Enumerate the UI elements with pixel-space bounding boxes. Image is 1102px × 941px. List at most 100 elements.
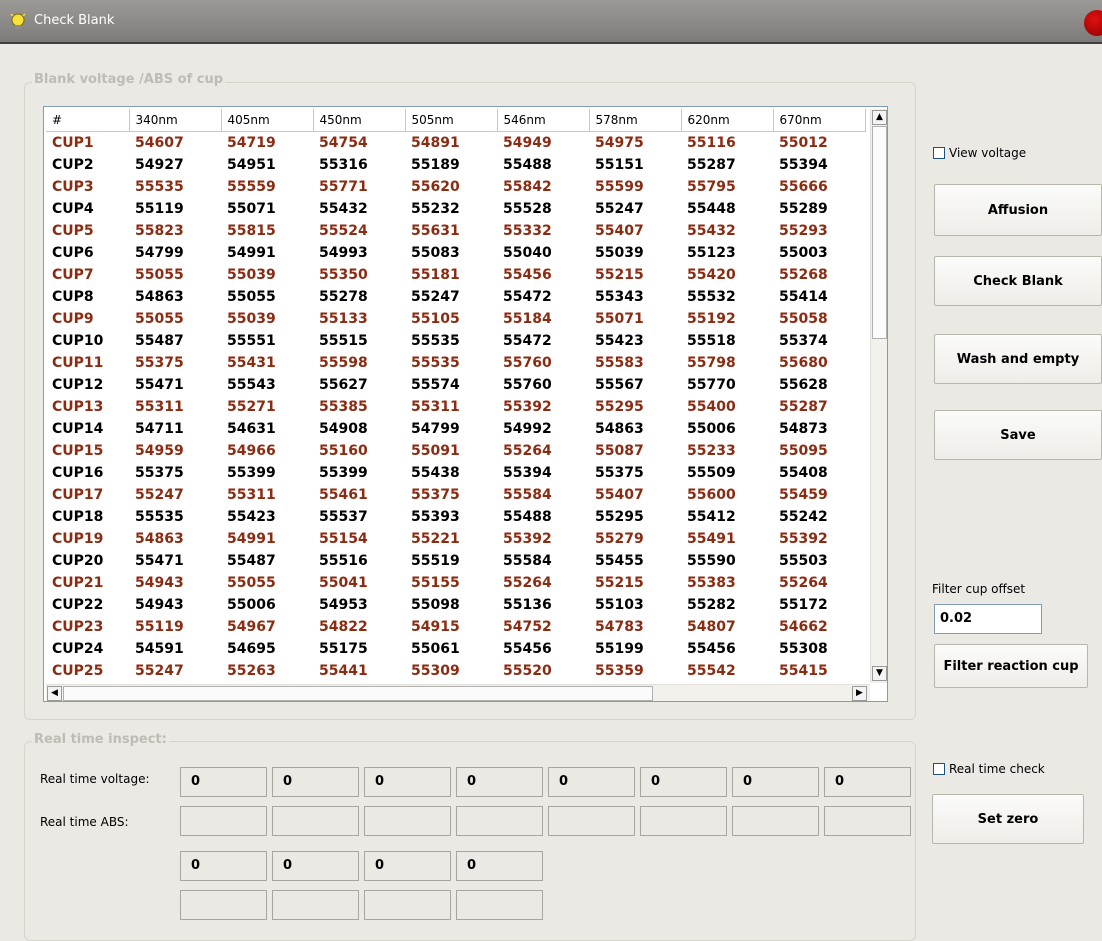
table-row[interactable]: CUP9 55055 55039 55133 55105 55184 55071 55192 5… [46, 308, 865, 330]
view-voltage-checkbox[interactable]: View voltage [933, 146, 1026, 160]
voltage-cell: 54822 [319, 619, 368, 635]
table-row[interactable]: CUP5 55823 55815 55524 55631 55332 55407 55432 5… [46, 220, 865, 242]
table-row[interactable]: CUP23 55119 54967 54822 54915 54752 54783 54807… [46, 616, 865, 638]
table-row[interactable]: CUP10 55487 55551 55515 55535 55472 55423 55518… [46, 330, 865, 352]
table-row[interactable]: CUP3 55535 55559 55771 55620 55842 55599 55795 5… [46, 176, 865, 198]
table-row[interactable]: CUP13 55311 55271 55385 55311 55392 55295 55400… [46, 396, 865, 418]
abs-readout-field [180, 890, 267, 920]
voltage-cell: 54959 [135, 443, 184, 459]
column-header[interactable]: # [46, 109, 130, 132]
close-icon[interactable] [1084, 10, 1102, 36]
voltage-cell: 55316 [319, 157, 368, 173]
scroll-left-icon[interactable]: ◀ [47, 686, 62, 701]
column-header[interactable]: 546nm [497, 109, 590, 132]
voltage-cell: 55823 [135, 223, 184, 239]
voltage-readout-field: 0 [364, 767, 451, 797]
set-zero-button[interactable]: Set zero [932, 794, 1084, 844]
voltage-cell: 55631 [411, 223, 460, 239]
table-row[interactable]: CUP21 54943 55055 55041 55155 55264 55215 55383… [46, 572, 865, 594]
voltage-cell: 55599 [595, 179, 644, 195]
scroll-right-icon[interactable]: ▶ [852, 686, 867, 701]
voltage-cell: 54607 [135, 135, 184, 151]
table-row[interactable]: CUP11 55375 55431 55598 55535 55760 55583 55798… [46, 352, 865, 374]
blank-data-grid[interactable]: #340nm 405nm 450nm 505nm 546nm 578nm 620nm 670n… [43, 106, 888, 702]
voltage-cell: 55408 [779, 465, 828, 481]
abs-readout-field [364, 806, 451, 836]
voltage-cell: 55842 [503, 179, 552, 195]
table-row[interactable]: CUP18 55535 55423 55537 55393 55488 55295 55412… [46, 506, 865, 528]
voltage-cell: 54927 [135, 157, 184, 173]
voltage-cell: 55515 [319, 333, 368, 349]
voltage-cell: 55680 [779, 355, 828, 371]
scroll-thumb[interactable] [872, 126, 887, 339]
column-header[interactable]: 505nm [405, 109, 498, 132]
voltage-cell: 55407 [595, 487, 644, 503]
save-button[interactable]: Save [934, 410, 1102, 460]
voltage-readout-field: 0 [272, 767, 359, 797]
voltage-cell: 55456 [503, 641, 552, 657]
table-row[interactable]: CUP12 55471 55543 55627 55574 55760 55567 55770… [46, 374, 865, 396]
vertical-scrollbar[interactable]: ▲ ▼ [870, 109, 887, 683]
checkbox-box[interactable] [933, 147, 945, 159]
wash-and-empty-button[interactable]: Wash and empty [934, 334, 1102, 384]
voltage-cell: 55666 [779, 179, 828, 195]
check-blank-button[interactable]: Check Blank [934, 256, 1102, 306]
table-row[interactable]: CUP25 55247 55263 55441 55309 55520 55359 55542… [46, 660, 865, 682]
table-row[interactable]: CUP20 55471 55487 55516 55519 55584 55455 55590… [46, 550, 865, 572]
table-row[interactable]: CUP16 55375 55399 55399 55438 55394 55375 55509… [46, 462, 865, 484]
filter-offset-input[interactable]: 0.02 [934, 604, 1042, 634]
voltage-cell: 55461 [319, 487, 368, 503]
table-row[interactable]: CUP6 54799 54991 54993 55083 55040 55039 55123 5… [46, 242, 865, 264]
table-row[interactable]: CUP24 54591 54695 55175 55061 55456 55199 55456… [46, 638, 865, 660]
table-row[interactable]: CUP4 55119 55071 55432 55232 55528 55247 55448 5… [46, 198, 865, 220]
table-row[interactable]: CUP19 54863 54991 55154 55221 55392 55279 55491… [46, 528, 865, 550]
filter-reaction-cup-button[interactable]: Filter reaction cup [934, 644, 1088, 688]
voltage-cell: 54953 [319, 597, 368, 613]
affusion-button[interactable]: Affusion [934, 184, 1102, 236]
column-header[interactable]: 405nm [221, 109, 314, 132]
voltage-cell: 55375 [135, 355, 184, 371]
voltage-cell: 54807 [687, 619, 736, 635]
table-row[interactable]: CUP1 54607 54719 54754 54891 54949 54975 55116 5… [46, 132, 865, 155]
voltage-cell: 55385 [319, 399, 368, 415]
voltage-cell: 55055 [227, 289, 276, 305]
column-header[interactable]: 670nm [773, 109, 866, 132]
cup-name-cell: CUP10 [52, 333, 104, 349]
column-header[interactable]: 578nm [589, 109, 682, 132]
voltage-cell: 54949 [503, 135, 552, 151]
table-row[interactable]: CUP8 54863 55055 55278 55247 55472 55343 55532 5… [46, 286, 865, 308]
table-row[interactable]: CUP14 54711 54631 54908 54799 54992 54863 55006… [46, 418, 865, 440]
abs-readout-field [272, 890, 359, 920]
voltage-cell: 55518 [687, 333, 736, 349]
voltage-cell: 55598 [319, 355, 368, 371]
voltage-cell: 55350 [319, 267, 368, 283]
table-row[interactable]: CUP17 55247 55311 55461 55375 55584 55407 55600… [46, 484, 865, 506]
voltage-readout-field: 0 [456, 767, 543, 797]
table-row[interactable]: CUP2 54927 54951 55316 55189 55488 55151 55287 5… [46, 154, 865, 176]
voltage-cell: 55332 [503, 223, 552, 239]
real-time-check-checkbox[interactable]: Real time check [933, 762, 1045, 776]
cup-name-cell: CUP13 [52, 399, 104, 415]
voltage-cell: 55535 [135, 179, 184, 195]
voltage-cell: 55215 [595, 575, 644, 591]
voltage-cell: 55375 [595, 465, 644, 481]
scroll-down-icon[interactable]: ▼ [872, 666, 887, 681]
table-row[interactable]: CUP7 55055 55039 55350 55181 55456 55215 55420 5… [46, 264, 865, 286]
table-row[interactable]: CUP22 54943 55006 54953 55098 55136 55103 55282… [46, 594, 865, 616]
column-header[interactable]: 620nm [681, 109, 774, 132]
scroll-up-icon[interactable]: ▲ [872, 110, 887, 125]
voltage-cell: 55154 [319, 531, 368, 547]
scroll-thumb-horizontal[interactable] [63, 686, 653, 701]
cup-name-cell: CUP12 [52, 377, 104, 393]
voltage-cell: 55041 [319, 575, 368, 591]
table-row[interactable]: CUP15 54959 54966 55160 55091 55264 55087 55233… [46, 440, 865, 462]
checkbox-box[interactable] [933, 763, 945, 775]
horizontal-scrollbar[interactable]: ◀ ▶ [46, 684, 870, 701]
abs-readout-field [824, 806, 911, 836]
column-header[interactable]: 450nm [313, 109, 406, 132]
voltage-cell: 55189 [411, 157, 460, 173]
voltage-cell: 54799 [411, 421, 460, 437]
voltage-cell: 55058 [779, 311, 828, 327]
voltage-cell: 54719 [227, 135, 276, 151]
column-header[interactable]: 340nm [129, 109, 222, 132]
